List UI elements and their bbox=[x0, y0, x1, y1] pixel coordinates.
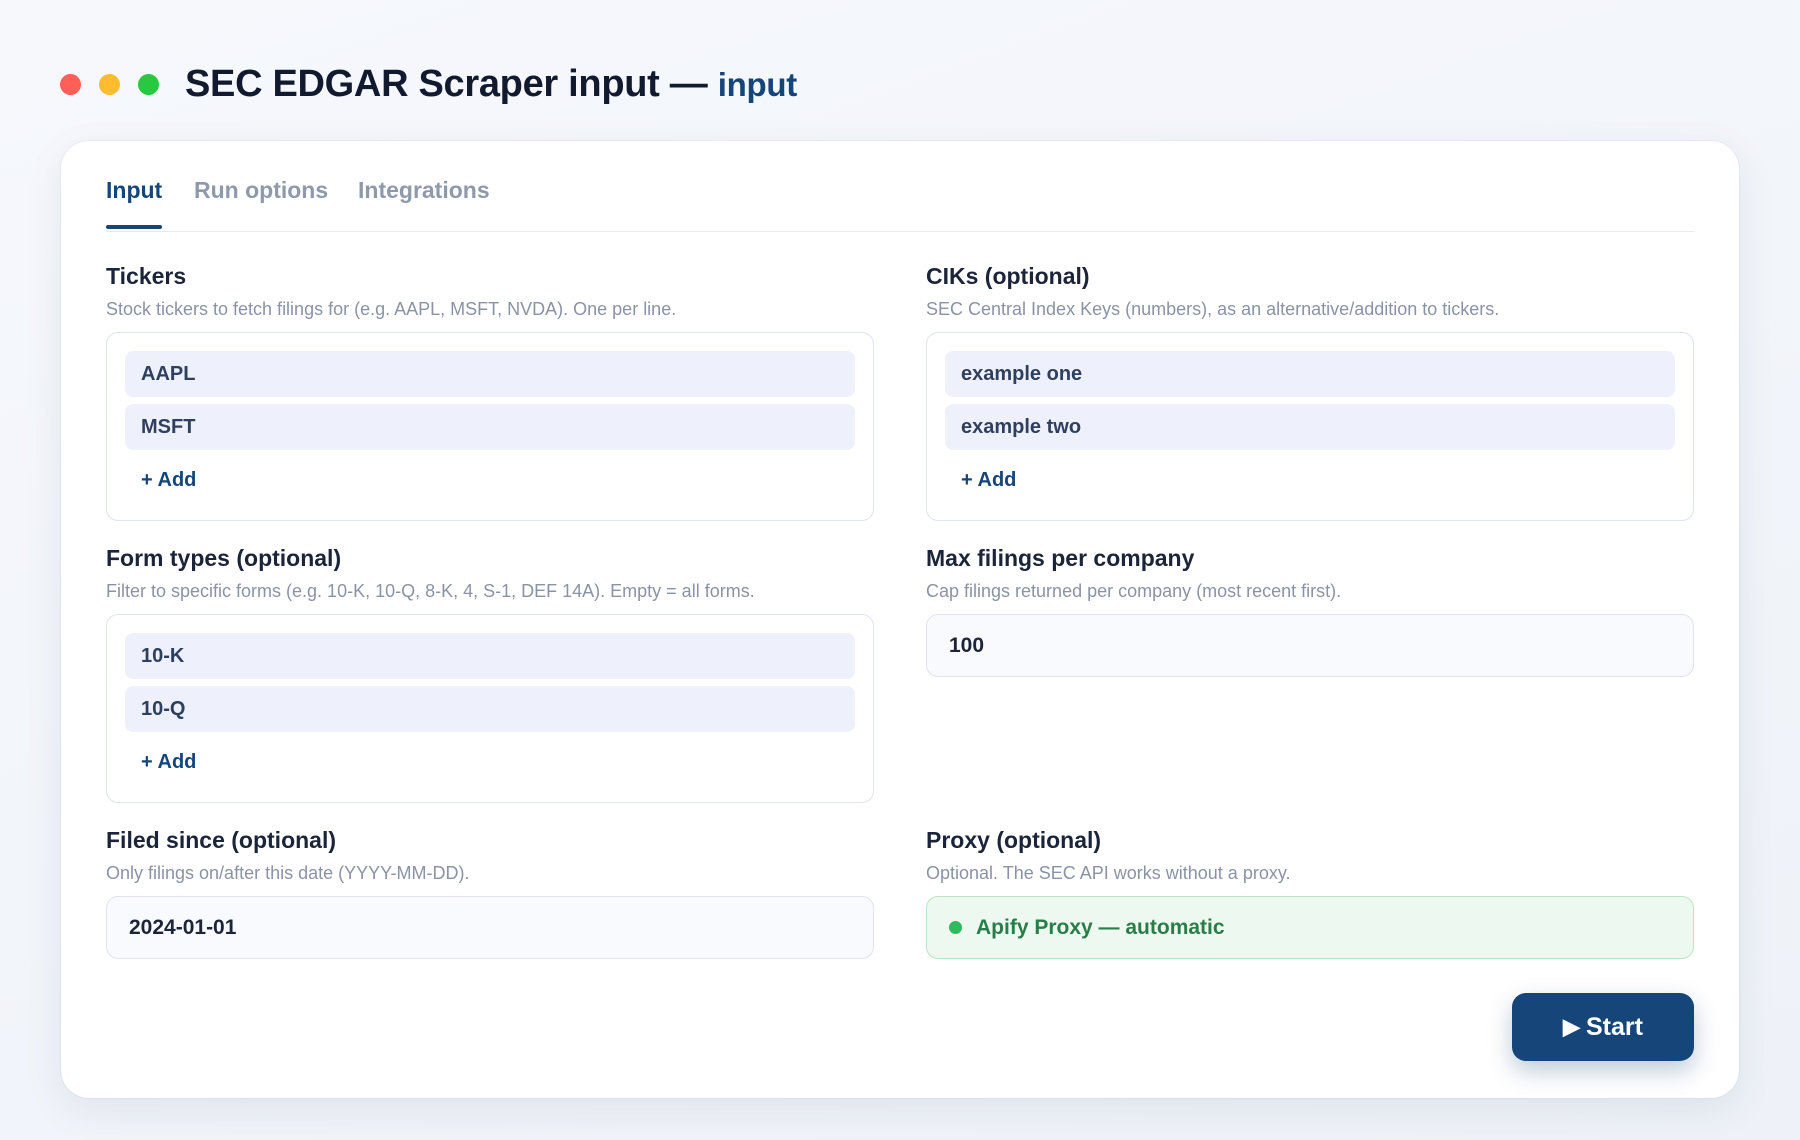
proxy-status-dot-icon bbox=[949, 921, 962, 934]
cik-item[interactable]: example two bbox=[945, 404, 1675, 450]
start-button-label: Start bbox=[1585, 1012, 1643, 1041]
tab-input[interactable]: Input bbox=[106, 177, 163, 229]
cik-item[interactable]: example one bbox=[945, 351, 1675, 397]
form-types-help: Filter to specific forms (e.g. 10-K, 10-… bbox=[106, 581, 755, 601]
filed-since-input[interactable]: 2024-01-01 bbox=[106, 896, 874, 959]
proxy-value: Apify Proxy — automatic bbox=[976, 915, 1225, 939]
minimize-window-icon[interactable] bbox=[99, 73, 120, 95]
proxy-help: Optional. The SEC API works without a pr… bbox=[926, 863, 1291, 883]
tab-run-options[interactable]: Run options bbox=[194, 177, 328, 204]
start-button[interactable]: ▶ Start bbox=[1512, 993, 1694, 1061]
form-types-field: Form types (optional) Filter to specific… bbox=[106, 545, 874, 803]
input-form-card: Input Run options Integrations Tickers S… bbox=[61, 141, 1739, 1098]
proxy-selector[interactable]: Apify Proxy — automatic bbox=[926, 896, 1694, 959]
ciks-list: example one example two + Add bbox=[926, 332, 1694, 521]
proxy-label: Proxy (optional) bbox=[926, 827, 1102, 853]
add-ticker-button[interactable]: + Add bbox=[125, 457, 855, 503]
ciks-label: CIKs (optional) bbox=[926, 263, 1090, 289]
tickers-field: Tickers Stock tickers to fetch filings f… bbox=[106, 263, 874, 521]
form-types-list: 10-K 10-Q + Add bbox=[106, 614, 874, 803]
filed-since-help: Only filings on/after this date (YYYY-MM… bbox=[106, 863, 470, 883]
max-filings-field: Max filings per company Cap filings retu… bbox=[926, 545, 1694, 677]
tickers-help: Stock tickers to fetch filings for (e.g.… bbox=[106, 299, 677, 319]
tab-integrations[interactable]: Integrations bbox=[358, 177, 490, 204]
tickers-label: Tickers bbox=[106, 263, 187, 289]
ciks-field: CIKs (optional) SEC Central Index Keys (… bbox=[926, 263, 1694, 521]
page-title-text: SEC EDGAR Scraper input — bbox=[185, 62, 708, 105]
filed-since-label: Filed since (optional) bbox=[106, 827, 337, 853]
add-form-type-button[interactable]: + Add bbox=[125, 739, 855, 785]
form-type-item[interactable]: 10-K bbox=[125, 633, 855, 679]
close-window-icon[interactable] bbox=[60, 73, 81, 95]
page-title: SEC EDGAR Scraper input — input bbox=[185, 63, 797, 106]
max-filings-input[interactable]: 100 bbox=[926, 614, 1694, 677]
maximize-window-icon[interactable] bbox=[138, 73, 159, 95]
form-type-item[interactable]: 10-Q bbox=[125, 686, 855, 732]
add-cik-button[interactable]: + Add bbox=[945, 457, 1675, 503]
tab-bar: Input Run options Integrations bbox=[106, 141, 1694, 232]
ticker-item[interactable]: MSFT bbox=[125, 404, 855, 450]
max-filings-help: Cap filings returned per company (most r… bbox=[926, 581, 1342, 601]
proxy-field: Proxy (optional) Optional. The SEC API w… bbox=[926, 827, 1694, 959]
filed-since-field: Filed since (optional) Only filings on/a… bbox=[106, 827, 874, 959]
page-title-suffix: input bbox=[717, 65, 797, 103]
play-icon: ▶ bbox=[1563, 1014, 1580, 1039]
form-types-label: Form types (optional) bbox=[106, 545, 342, 571]
ciks-help: SEC Central Index Keys (numbers), as an … bbox=[926, 299, 1500, 319]
tickers-list: AAPL MSFT + Add bbox=[106, 332, 874, 521]
window-titlebar: SEC EDGAR Scraper input — input bbox=[60, 58, 797, 110]
ticker-item[interactable]: AAPL bbox=[125, 351, 855, 397]
max-filings-label: Max filings per company bbox=[926, 545, 1195, 571]
